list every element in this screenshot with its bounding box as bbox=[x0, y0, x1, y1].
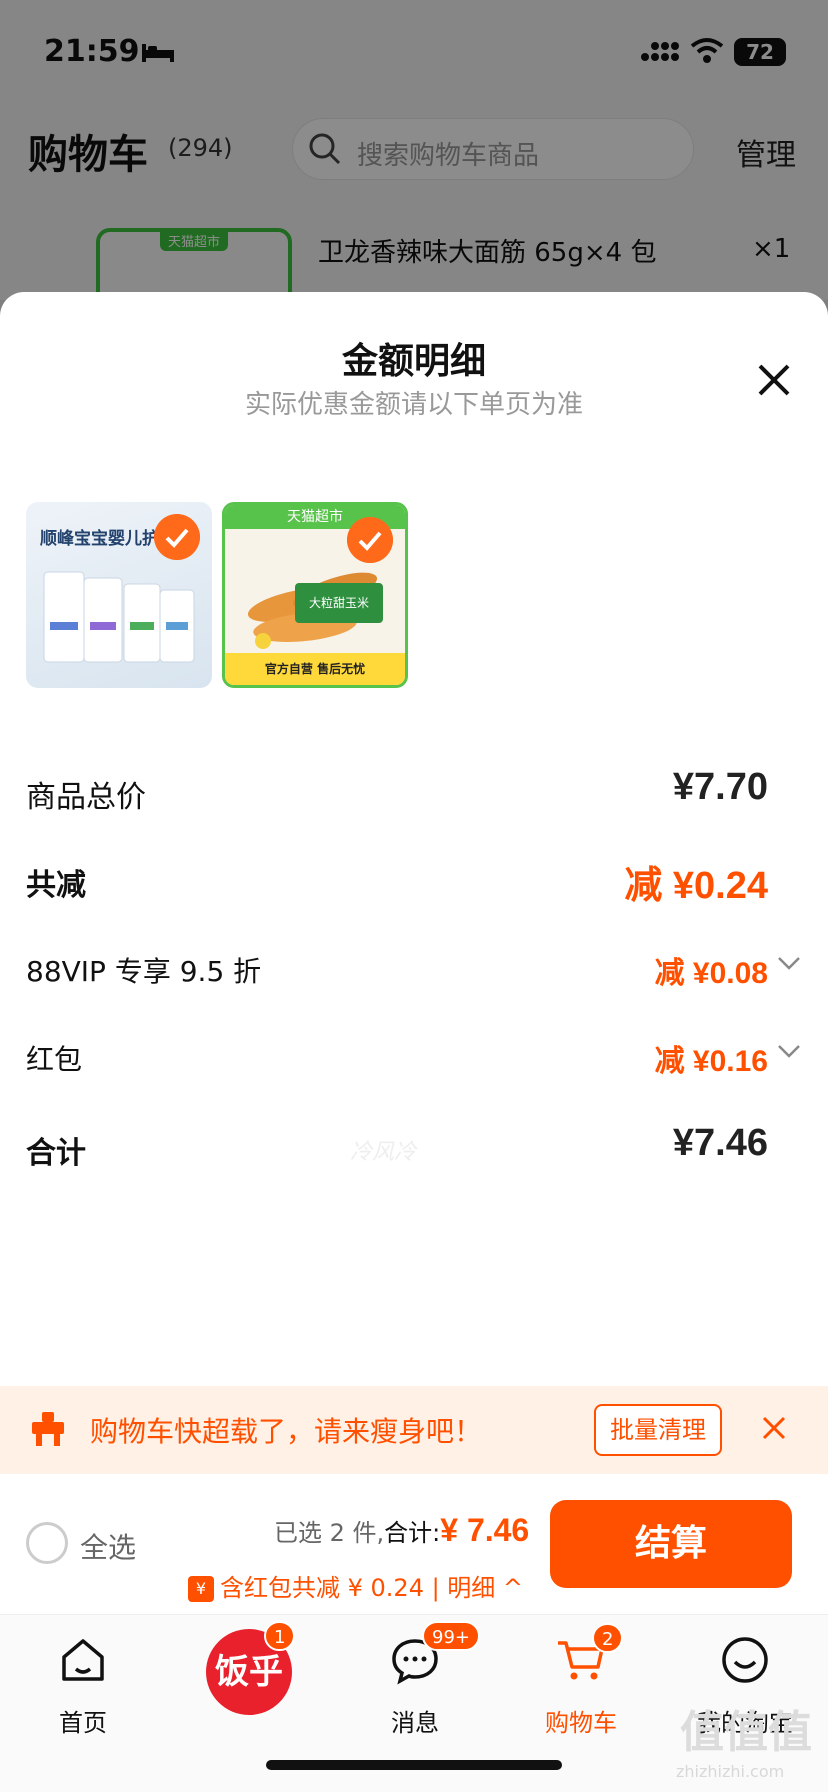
close-icon[interactable] bbox=[760, 1414, 788, 1442]
thumbnail-bottom-label: 官方自营 售后无忧 bbox=[225, 653, 405, 685]
product-thumbnail-baby-skincare[interactable]: 顺峰宝宝婴儿护肤 bbox=[26, 502, 212, 688]
scale-icon bbox=[32, 1412, 64, 1446]
checkmark-icon bbox=[154, 514, 200, 560]
chevron-down-icon[interactable] bbox=[776, 950, 802, 976]
sum-label: 合计: bbox=[384, 1519, 441, 1547]
notification-badge: 99+ bbox=[422, 1621, 480, 1651]
user-watermark: 冷风冷 bbox=[350, 1140, 417, 1165]
red-packet-detail-link[interactable]: ¥ 含红包共减 ¥ 0.24 | 明细 ^ bbox=[188, 1568, 523, 1603]
tab-home[interactable]: 首页 bbox=[0, 1629, 166, 1739]
cart-overload-banner: 购物车快超载了，请来瘦身吧！ 批量清理 bbox=[0, 1386, 828, 1474]
select-all-radio[interactable] bbox=[26, 1522, 68, 1564]
modal-overlay[interactable] bbox=[0, 0, 828, 300]
vip-discount-label: 88VIP 专享 9.5 折 bbox=[26, 955, 262, 988]
tab-cart[interactable]: 2 购物车 bbox=[498, 1623, 664, 1739]
sheet-title: 金额明细 bbox=[341, 341, 486, 382]
sheet-subtitle: 实际优惠金额请以下单页为准 bbox=[244, 390, 583, 420]
product-packs-image bbox=[43, 571, 195, 663]
subtotal-label: 商品总价 bbox=[26, 780, 146, 815]
total-discount-value: 减 ¥0.24 bbox=[624, 865, 768, 907]
red-packet-value: 减 ¥0.16 bbox=[654, 1045, 768, 1078]
red-packet-icon: ¥ bbox=[188, 1576, 214, 1602]
total-label: 合计 bbox=[26, 1136, 86, 1171]
notification-badge: 1 bbox=[264, 1621, 296, 1651]
site-watermark-logo: 值值值 bbox=[680, 1707, 812, 1758]
thumbnail-mid-label: 大粒甜玉米 bbox=[295, 583, 383, 623]
select-all-label[interactable]: 全选 bbox=[80, 1526, 136, 1566]
tab-messages[interactable]: 99+ 消息 bbox=[332, 1621, 498, 1739]
profile-icon bbox=[722, 1637, 768, 1683]
total-discount-label: 共减 bbox=[26, 868, 86, 903]
tab-label: 购物车 bbox=[545, 1709, 617, 1737]
checkmark-icon bbox=[347, 517, 393, 563]
checkout-bar: 全选 已选 2 件,合计:¥ 7.46 ¥ 含红包共减 ¥ 0.24 | 明细 ^… bbox=[0, 1474, 828, 1614]
home-icon bbox=[62, 1639, 104, 1681]
close-icon[interactable] bbox=[752, 358, 796, 402]
checkout-button[interactable]: 结算 bbox=[550, 1500, 792, 1588]
overload-message: 购物车快超载了，请来瘦身吧！ bbox=[90, 1415, 483, 1448]
tab-label: 首页 bbox=[59, 1709, 107, 1737]
sum-value: ¥ 7.46 bbox=[440, 1512, 530, 1548]
chevron-down-icon[interactable] bbox=[776, 1038, 802, 1064]
subtotal-value: ¥7.70 bbox=[672, 766, 768, 808]
tab-fanhu[interactable]: 饭乎 1 bbox=[166, 1621, 332, 1739]
vip-discount-value: 减 ¥0.08 bbox=[654, 957, 768, 990]
selected-count: 已选 2 件, bbox=[274, 1519, 385, 1547]
batch-clean-button[interactable]: 批量清理 bbox=[594, 1404, 722, 1456]
selected-summary: 已选 2 件,合计:¥ 7.46 bbox=[274, 1512, 529, 1549]
notification-badge: 2 bbox=[592, 1623, 624, 1653]
red-packet-label: 红包 bbox=[26, 1043, 83, 1076]
background-cart-page: 21:59 72 购物车 (294) 搜索购物车商品 管理 天猫超市 卫龙香辣味… bbox=[0, 0, 828, 308]
total-value: ¥7.46 bbox=[672, 1122, 768, 1164]
home-indicator[interactable] bbox=[266, 1760, 562, 1770]
site-watermark-url: zhizhizhi.com bbox=[676, 1762, 785, 1781]
tab-label: 消息 bbox=[391, 1709, 439, 1737]
red-packet-detail-text: 含红包共减 ¥ 0.24 | 明细 ^ bbox=[220, 1574, 524, 1602]
product-thumbnail-sausage[interactable]: 天猫超市 大粒甜玉米 官方自营 售后无忧 bbox=[222, 502, 408, 688]
